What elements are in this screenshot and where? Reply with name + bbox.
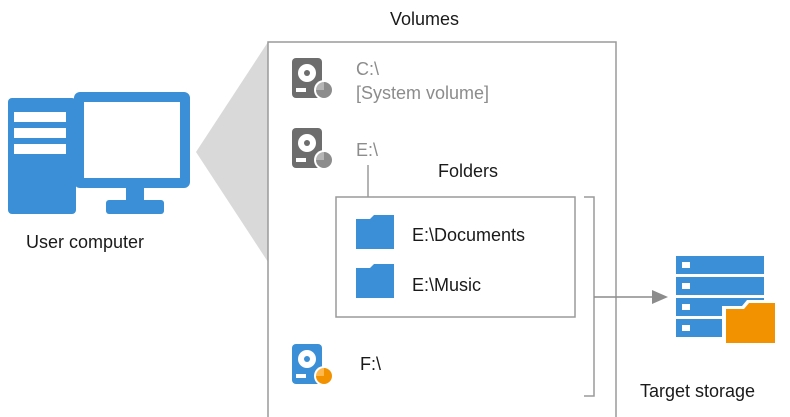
diagram-canvas: [8, 41, 778, 417]
folder-icon: [356, 215, 394, 249]
backup-diagram: Volumes C:\ [System volume] E:\ Folders …: [0, 0, 790, 417]
selection-bracket: [584, 196, 595, 397]
folders-frame: [335, 196, 576, 318]
zoom-wedge: [196, 42, 268, 262]
computer-icon: [8, 92, 190, 214]
volumes-title: Volumes: [390, 9, 460, 29]
volume-e-icon: [292, 128, 334, 170]
folder-music-label: E:\Music: [412, 275, 482, 295]
volume-c-icon: [292, 58, 334, 100]
volume-c-sublabel: [System volume]: [356, 83, 490, 103]
volume-f-icon: [292, 344, 334, 386]
folders-title: Folders: [438, 161, 499, 181]
target-storage-label: Target storage: [640, 381, 756, 401]
user-computer-label: User computer: [26, 232, 145, 252]
storage-icon: [676, 256, 778, 346]
folder-icon: [356, 264, 394, 298]
volume-f-label: F:\: [360, 354, 381, 374]
volume-e-label: E:\: [356, 140, 379, 160]
backup-arrow: [594, 290, 668, 304]
volume-c-label: C:\: [356, 59, 380, 79]
folder-documents-label: E:\Documents: [412, 225, 526, 245]
